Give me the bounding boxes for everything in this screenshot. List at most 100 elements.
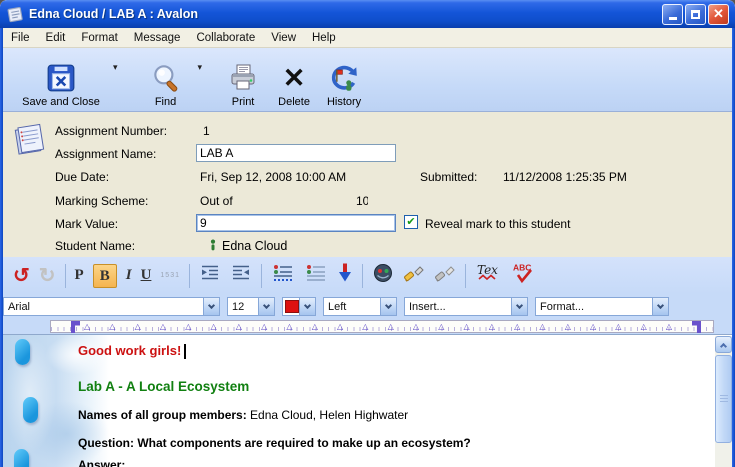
tab-stop-marker[interactable]: △ (135, 323, 141, 331)
tab-stop-marker[interactable]: △ (514, 323, 520, 331)
bold-button[interactable]: B (93, 264, 117, 288)
chevron-down-icon[interactable] (652, 298, 668, 315)
chevron-down-icon[interactable] (258, 298, 274, 315)
tab-stop-marker[interactable]: △ (438, 323, 444, 331)
tab-stop-marker[interactable]: △ (388, 323, 394, 331)
tab-stop-marker[interactable]: △ (236, 323, 242, 331)
menu-item-format[interactable]: Format (73, 32, 125, 44)
menu-item-file[interactable]: File (3, 32, 38, 44)
due-date-value: Fri, Sep 12, 2008 10:00 AM (200, 170, 346, 184)
save-and-close-label: Save and Close (22, 96, 100, 108)
font-family-value: Arial (8, 301, 30, 313)
minimize-button[interactable] (662, 4, 683, 25)
tab-stop-marker[interactable]: △ (160, 323, 166, 331)
tab-stop-marker[interactable]: △ (666, 323, 672, 331)
answer-label: Answer: (78, 458, 125, 467)
indent-icon[interactable] (199, 262, 221, 289)
print-label: Print (232, 96, 255, 108)
text-color-select[interactable] (282, 297, 316, 316)
spellcheck-icon[interactable]: ABC (512, 262, 536, 289)
insert-select[interactable]: Insert... (404, 297, 528, 316)
unquote-list-icon[interactable] (304, 262, 328, 289)
delete-button[interactable]: ✕ Delete (270, 52, 318, 108)
toolbar-separator (465, 264, 466, 288)
scrollbar-thumb[interactable] (715, 355, 732, 443)
find-button[interactable]: Find (138, 52, 194, 108)
type-size-icon[interactable]: 1531 (160, 272, 180, 279)
history-button[interactable]: History (318, 52, 370, 108)
tab-stop-marker[interactable]: △ (615, 323, 621, 331)
menu-item-edit[interactable]: Edit (38, 32, 74, 44)
window-title: Edna Cloud / LAB A : Avalon (29, 7, 660, 21)
mark-value-input[interactable] (196, 214, 396, 232)
lab-heading: Lab A - A Local Ecosystem (78, 379, 249, 394)
tab-stop-marker[interactable]: △ (489, 323, 495, 331)
font-size-select[interactable]: 12 (227, 297, 275, 316)
ruler[interactable]: △ △ △ △ △ △ △ △ △ △ △ △ △ △ △ △ △ △ △ △ △ △ △ △ (50, 320, 714, 333)
submitted-value: 11/12/2008 1:25:35 PM (503, 170, 627, 184)
format-eraser-icon[interactable] (434, 262, 456, 289)
due-date-label: Due Date: (55, 170, 109, 184)
redo-icon[interactable]: ↻ (39, 266, 56, 286)
signature-icon[interactable]: Tex (475, 262, 503, 289)
application-window: Edna Cloud / LAB A : Avalon ✕ File Edit … (0, 0, 735, 467)
maximize-button[interactable] (685, 4, 706, 25)
insert-arrow-icon[interactable] (337, 262, 353, 289)
chevron-down-icon[interactable] (511, 298, 527, 315)
plain-style-button[interactable]: P (75, 268, 84, 283)
tab-stop-marker[interactable]: △ (539, 323, 545, 331)
window-border-left (0, 28, 3, 467)
print-button[interactable]: Print (220, 52, 266, 108)
tab-stop-marker[interactable]: △ (286, 323, 292, 331)
ruler-row: △ △ △ △ △ △ △ △ △ △ △ △ △ △ △ △ △ △ △ △ △ △ △ △ (3, 319, 732, 334)
format-select[interactable]: Format... (535, 297, 669, 316)
reveal-mark-checkbox[interactable]: ✔ (404, 215, 418, 229)
chevron-down-icon[interactable] (380, 298, 396, 315)
tab-stop-marker[interactable]: △ (464, 323, 470, 331)
tab-stop-marker[interactable]: △ (261, 323, 267, 331)
document-body[interactable]: Good work girls! Lab A - A Local Ecosyst… (3, 334, 732, 467)
menu-item-message[interactable]: Message (126, 32, 189, 44)
tab-stop-marker[interactable]: △ (337, 323, 343, 331)
tab-stop-marker[interactable]: △ (185, 323, 191, 331)
quote-list-icon[interactable] (271, 262, 295, 289)
window-note-icon (6, 5, 24, 23)
close-button[interactable]: ✕ (708, 4, 729, 25)
underline-button[interactable]: U (141, 268, 152, 283)
tab-stop-marker[interactable]: △ (413, 323, 419, 331)
tab-stop-marker[interactable]: △ (84, 323, 90, 331)
italic-button[interactable]: I (126, 268, 132, 283)
menu-item-help[interactable]: Help (304, 32, 344, 44)
tab-stop-marker[interactable]: △ (312, 323, 318, 331)
find-dropdown-arrow-icon[interactable]: ▾ (198, 62, 203, 73)
bold-label: B (100, 268, 110, 284)
outdent-icon[interactable] (230, 262, 252, 289)
alignment-select[interactable]: Left (323, 297, 397, 316)
font-family-select[interactable]: Arial (3, 297, 220, 316)
format-painter-icon[interactable] (403, 262, 425, 289)
menu-item-collaborate[interactable]: Collaborate (188, 32, 263, 44)
decorative-pill (14, 449, 29, 467)
tab-stop-marker[interactable]: △ (362, 323, 368, 331)
link-wheel-icon[interactable] (372, 262, 394, 289)
student-name-value[interactable]: Edna Cloud (222, 239, 287, 253)
chevron-down-icon[interactable] (299, 298, 315, 315)
chevron-down-icon[interactable] (203, 298, 219, 315)
save-and-close-button[interactable]: Save and Close (13, 52, 109, 108)
tab-stop-marker[interactable]: △ (590, 323, 596, 331)
tab-stop-marker[interactable]: △ (641, 323, 647, 331)
tab-stop-marker[interactable]: △ (211, 323, 217, 331)
assignment-name-input[interactable] (196, 144, 396, 162)
undo-icon[interactable]: ↺ (13, 266, 30, 286)
save-icon (46, 60, 76, 96)
menu-item-view[interactable]: View (263, 32, 304, 44)
tab-stop-marker[interactable]: △ (565, 323, 571, 331)
title-bar[interactable]: Edna Cloud / LAB A : Avalon ✕ (0, 0, 735, 28)
save-dropdown-arrow-icon[interactable]: ▾ (113, 62, 118, 73)
scroll-up-button[interactable] (715, 336, 732, 353)
toolbar-separator (189, 264, 190, 288)
tab-stop-marker[interactable]: △ (109, 323, 115, 331)
vertical-scrollbar[interactable] (715, 336, 732, 467)
history-label: History (327, 96, 361, 108)
mark-value-label: Mark Value: (55, 217, 118, 231)
